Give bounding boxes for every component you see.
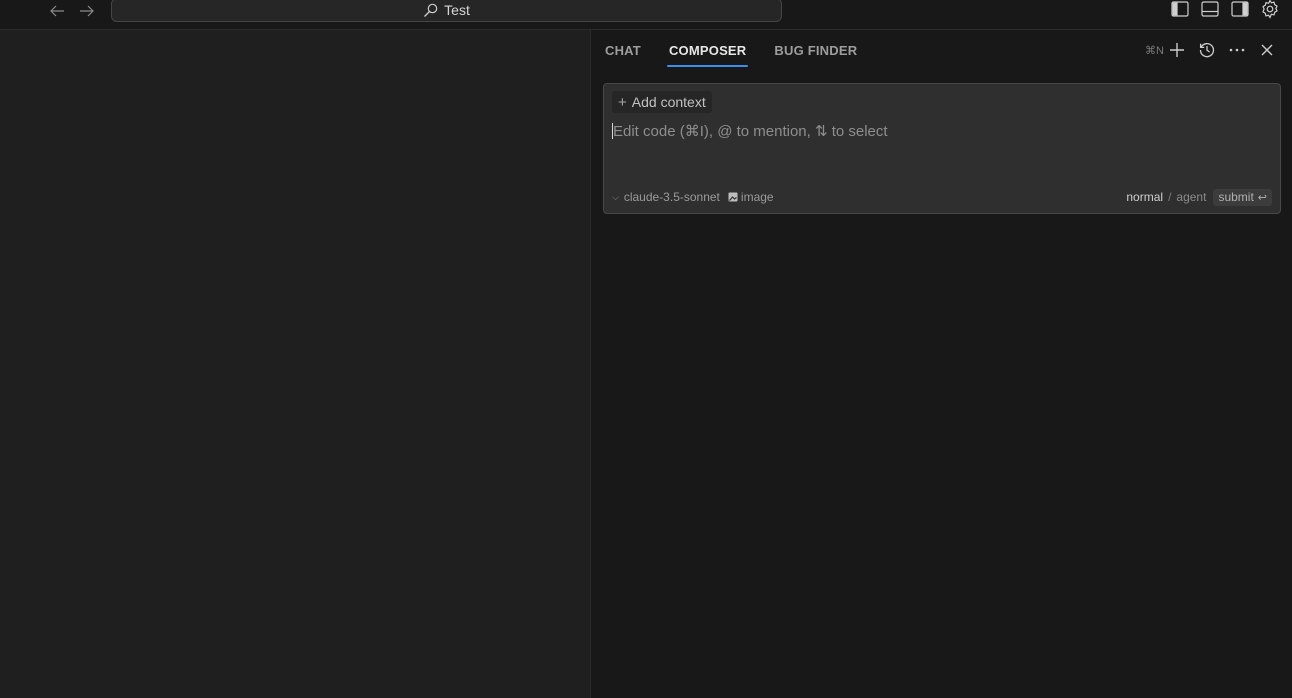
- search-icon: [424, 3, 438, 17]
- arrow-left-icon: [50, 5, 64, 17]
- more-icon: [1229, 48, 1245, 52]
- composer-box: + Add context ⌵ claude-3.5-sonnet image …: [603, 83, 1281, 214]
- toggle-secondary-sidebar-icon: [1231, 1, 1249, 17]
- image-label: image: [740, 190, 774, 204]
- command-center-text: Test: [444, 2, 470, 18]
- plus-icon: +: [618, 93, 627, 111]
- mode-separator: /: [1168, 190, 1172, 204]
- settings-button[interactable]: [1260, 0, 1280, 19]
- model-name: claude-3.5-sonnet: [623, 190, 720, 204]
- new-composer-button[interactable]: [1168, 40, 1186, 60]
- history-icon: [1199, 43, 1215, 58]
- composer-footer: ⌵ claude-3.5-sonnet image normal / agent…: [612, 188, 1272, 206]
- tab-chat[interactable]: CHAT: [605, 42, 641, 66]
- back-button[interactable]: [46, 1, 68, 21]
- toggle-secondary-sidebar-button[interactable]: [1230, 0, 1250, 19]
- text-caret: [612, 123, 613, 139]
- composer-input[interactable]: [611, 118, 1271, 144]
- add-context-label: Add context: [631, 94, 706, 110]
- toggle-primary-sidebar-icon: [1171, 1, 1189, 17]
- panel-tabs: CHAT COMPOSER BUG FINDER: [605, 42, 885, 67]
- forward-button[interactable]: [76, 1, 98, 21]
- composer-panel: CHAT COMPOSER BUG FINDER ⌘N + Add contex…: [590, 30, 1292, 698]
- attach-image-button[interactable]: image: [728, 190, 774, 204]
- toggle-primary-sidebar-button[interactable]: [1170, 0, 1190, 19]
- submit-label: submit: [1218, 190, 1254, 204]
- close-icon: [1261, 44, 1273, 56]
- editor-area: [0, 30, 590, 698]
- more-actions-button[interactable]: [1228, 40, 1246, 60]
- enter-key-icon: ↩: [1257, 191, 1267, 204]
- mode-normal-option[interactable]: normal: [1126, 190, 1163, 204]
- model-selector[interactable]: ⌵ claude-3.5-sonnet: [612, 190, 720, 204]
- command-center-search[interactable]: Test: [111, 0, 782, 22]
- title-bar: Test: [0, 0, 1292, 30]
- history-button[interactable]: [1198, 40, 1216, 60]
- toggle-panel-button[interactable]: [1200, 0, 1220, 19]
- tab-bug-finder[interactable]: BUG FINDER: [774, 42, 857, 66]
- add-context-button[interactable]: + Add context: [612, 91, 712, 113]
- submit-button[interactable]: submit ↩: [1213, 188, 1272, 206]
- mode-agent-option[interactable]: agent: [1176, 190, 1206, 204]
- close-panel-button[interactable]: [1258, 40, 1276, 60]
- new-composer-shortcut: ⌘N: [1145, 44, 1164, 57]
- toggle-panel-icon: [1201, 1, 1219, 17]
- arrow-right-icon: [80, 5, 94, 17]
- image-icon: [728, 192, 738, 202]
- gear-icon: [1262, 0, 1278, 19]
- chevron-down-icon: ⌵: [612, 191, 619, 202]
- plus-icon: [1170, 43, 1184, 57]
- tab-composer[interactable]: COMPOSER: [666, 42, 749, 67]
